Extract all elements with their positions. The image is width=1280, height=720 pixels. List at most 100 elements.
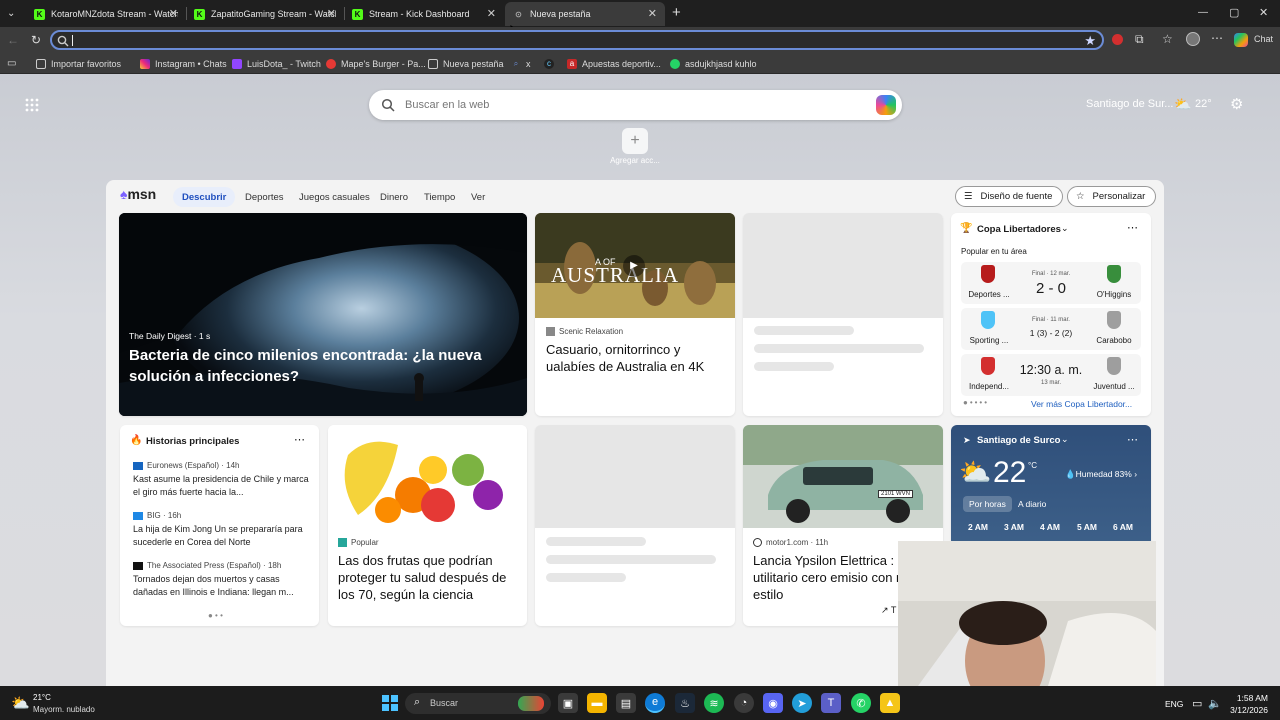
loading-line [754, 362, 834, 371]
bookmark-whatsapp[interactable]: asdujkhjasd kuhlo [670, 57, 757, 71]
favorite-star-icon[interactable]: ★ [1084, 33, 1096, 49]
clock-app-icon[interactable]: ◔ [734, 693, 754, 713]
volume-icon[interactable]: 🔈 [1208, 697, 1222, 710]
telegram-icon[interactable]: ➤ [792, 693, 812, 713]
close-tab-icon[interactable]: ✕ [648, 7, 657, 20]
copilot-icon[interactable] [876, 95, 896, 115]
chevron-down-icon[interactable]: ⌄ [1061, 223, 1069, 234]
language-indicator[interactable]: ENG [1165, 699, 1183, 709]
nav-deportes[interactable]: Deportes [236, 187, 293, 207]
weather-widget-icon[interactable]: ⛅ [11, 694, 30, 712]
network-icon[interactable]: ▭ [1192, 697, 1202, 710]
story-item[interactable]: BIG · 16h La hija de Kim Jong Un se prep… [133, 511, 313, 549]
add-shortcut-button[interactable]: + [622, 128, 648, 154]
carousel-dots[interactable]: ●•••• [963, 398, 989, 407]
tab-zapatito[interactable]: K ZapatitoGaming Stream - Watch L ✕ [186, 2, 344, 26]
web-search-box[interactable]: Buscar en la web [369, 90, 902, 120]
discord-icon[interactable]: ◉ [763, 693, 783, 713]
tab-kick-dashboard[interactable]: K Stream - Kick Dashboard ✕ [344, 2, 504, 26]
match-row[interactable]: Deportes ... Final · 12 mar. 2 - 0 O'Hig… [961, 262, 1141, 304]
play-icon[interactable]: ▶ [623, 255, 645, 277]
close-window-icon[interactable]: ✕ [1259, 6, 1268, 20]
australia-card[interactable]: A OF AUSTRALIA ▶ Scenic Relaxation Casua… [535, 213, 735, 416]
tab-daily[interactable]: A diario [1018, 499, 1046, 509]
nav-tiempo[interactable]: Tiempo [415, 187, 464, 207]
close-tab-icon[interactable]: ✕ [169, 7, 178, 20]
more-menu-icon[interactable]: ⋯ [1211, 31, 1223, 45]
tab-list-chevron-icon[interactable]: ⌄ [7, 7, 15, 21]
weather-card[interactable]: ➤ Santiago de Surco ⌄ ⋯ ⛅ 22 °C 💧Humedad… [951, 425, 1151, 546]
copilot-icon[interactable] [1234, 33, 1248, 47]
card-source: Scenic Relaxation [546, 327, 623, 337]
match-row[interactable]: Sporting ... Final · 11 mar. 1 (3) - 2 (… [961, 308, 1141, 350]
windows-start-icon[interactable] [380, 693, 400, 713]
personalize-button[interactable]: ☆ Personalizar [1067, 186, 1157, 207]
whatsapp-icon[interactable]: ✆ [851, 693, 871, 713]
new-tab-plus-icon[interactable]: + [672, 5, 681, 20]
clock-date[interactable]: 3/12/2026 [1222, 705, 1268, 715]
tab-new-tab[interactable]: ⊙ Nueva pestaña ✕ [505, 2, 665, 26]
header-weather-location[interactable]: Santiago de Sur... [1086, 98, 1173, 110]
tab-kotaro[interactable]: K KotaroMNZdota Stream - Watch L ✕ [26, 2, 186, 26]
profile-avatar[interactable] [1186, 32, 1200, 46]
tab-hourly[interactable]: Por horas [963, 496, 1012, 512]
copa-libertadores-card[interactable]: 🏆 Copa Libertadores ⌄ ⋯ Popular en tu ár… [951, 213, 1151, 416]
back-icon[interactable]: ← [7, 33, 19, 47]
apps-grid-icon[interactable] [25, 98, 39, 112]
bookmark-apuestas[interactable]: a Apuestas deportiv... [567, 57, 661, 71]
more-options-icon[interactable]: ⋯ [294, 433, 305, 446]
carousel-dots[interactable]: ● • • [208, 611, 223, 620]
close-tab-icon[interactable]: ✕ [327, 7, 336, 20]
chat-label[interactable]: Chat [1254, 34, 1273, 44]
address-bar[interactable]: ★ [50, 30, 1104, 50]
taskbar-weather-desc[interactable]: Mayorm. nublado [33, 705, 95, 714]
clock-time[interactable]: 1:58 AM [1222, 693, 1268, 703]
minimize-icon[interactable]: — [1198, 6, 1208, 20]
maximize-icon[interactable]: ▢ [1229, 6, 1239, 20]
bookmark-c[interactable]: c [544, 57, 559, 71]
extensions-puzzle-icon[interactable]: ⧉ [1135, 32, 1144, 46]
extension-icon[interactable] [1112, 34, 1123, 45]
nav-dinero[interactable]: Dinero [371, 187, 417, 207]
header-weather-temp[interactable]: 22° [1195, 98, 1212, 110]
bookmark-import[interactable]: Importar favoritos [36, 57, 121, 71]
refresh-icon[interactable]: ↻ [31, 33, 41, 47]
match-row[interactable]: Independ... 12:30 a. m. 13 mar. Juventud… [961, 354, 1141, 396]
fruits-card[interactable]: Popular Las dos frutas que podrían prote… [328, 425, 527, 626]
copa-title[interactable]: Copa Libertadores [977, 224, 1061, 235]
story-item[interactable]: Euronews (Español) · 14h Kast asume la p… [133, 461, 313, 499]
bookmark-mapes[interactable]: Mape's Burger - Pa... [326, 57, 426, 71]
task-view-icon[interactable]: ▣ [558, 693, 578, 713]
font-design-button[interactable]: ☰ Diseño de fuente [955, 186, 1064, 207]
edge-icon[interactable]: e [645, 693, 665, 713]
taskbar-weather-temp[interactable]: 21°C [33, 693, 51, 702]
bookmark-instagram[interactable]: Instagram • Chats [140, 57, 227, 71]
humidity[interactable]: 💧Humedad 83% › [1065, 469, 1137, 480]
weather-location[interactable]: Santiago de Surco [977, 435, 1060, 446]
steam-icon[interactable]: ♨ [675, 693, 695, 713]
chevron-down-icon[interactable]: ⌄ [1061, 434, 1069, 445]
nav-juegos[interactable]: Juegos casuales [290, 187, 379, 207]
sidebar-toggle-icon[interactable]: ▭ [7, 57, 16, 71]
favorites-icon[interactable]: ☆ [1162, 32, 1173, 46]
match-date: 13 mar. [1040, 380, 1061, 386]
see-more-copa-link[interactable]: Ver más Copa Libertador... [1031, 399, 1132, 409]
more-options-icon[interactable]: ⋯ [1127, 221, 1138, 234]
msn-logo[interactable]: ♠msn [120, 186, 156, 202]
teams-icon[interactable]: T [821, 693, 841, 713]
bookmark-x[interactable]: ⌕ x [511, 57, 531, 71]
taskbar-search[interactable]: ⌕ Buscar [405, 693, 551, 714]
nav-descubrir[interactable]: Descubrir [173, 187, 236, 207]
nav-ver[interactable]: Ver [462, 187, 494, 207]
file-explorer-icon[interactable]: ▬ [587, 693, 607, 713]
store-icon[interactable]: ▤ [616, 693, 636, 713]
hero-card[interactable]: The Daily Digest · 1 s Bacteria de cinco… [119, 213, 527, 416]
spotify-icon[interactable]: ≋ [704, 693, 724, 713]
bookmark-twitch[interactable]: LuisDota_ - Twitch [232, 57, 321, 71]
close-tab-icon[interactable]: ✕ [487, 7, 496, 20]
settings-gear-icon[interactable]: ⚙ [1230, 95, 1243, 113]
app-icon[interactable]: ▲ [880, 693, 900, 713]
more-options-icon[interactable]: ⋯ [1127, 433, 1138, 446]
bookmark-new-tab[interactable]: Nueva pestaña [428, 57, 504, 71]
story-item[interactable]: The Associated Press (Español) · 18h Tor… [133, 561, 313, 599]
